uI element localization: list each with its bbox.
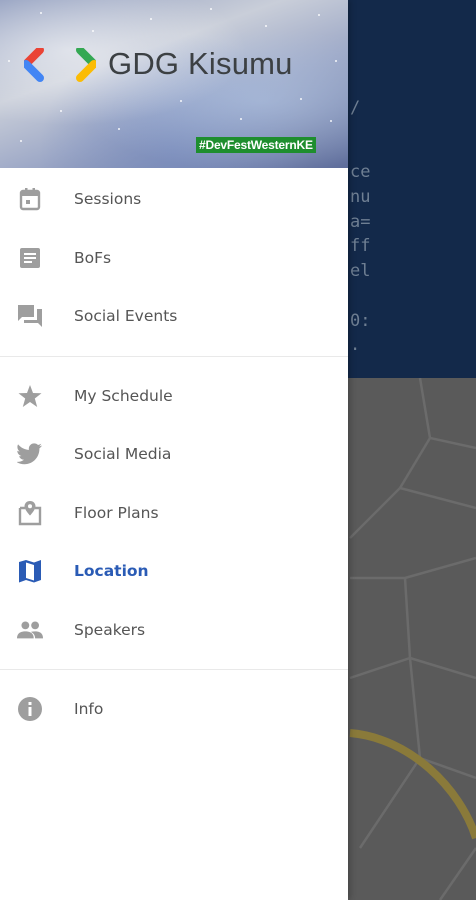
menu-item-social-media[interactable]: Social Media xyxy=(0,425,348,484)
menu-item-label: My Schedule xyxy=(74,386,173,405)
menu-item-info[interactable]: Info xyxy=(0,680,348,739)
background-text-line: 0: xyxy=(350,311,371,331)
twitter-icon xyxy=(17,441,43,467)
background-text-line: el xyxy=(350,261,371,281)
background-text-line: nu xyxy=(350,187,371,207)
star-icon xyxy=(17,383,43,409)
menu-group-primary: Sessions BoFs Social Events xyxy=(0,170,348,346)
menu-item-label: Social Events xyxy=(74,307,178,326)
divider xyxy=(0,355,348,357)
background-text-line: / xyxy=(350,98,361,118)
forum-icon xyxy=(17,303,43,329)
info-icon xyxy=(17,696,43,722)
menu-item-label: Social Media xyxy=(74,445,172,464)
menu-item-label: Sessions xyxy=(74,190,142,209)
menu-group-secondary: My Schedule Social Media Floor Plans Loc… xyxy=(0,367,348,660)
menu-item-label: BoFs xyxy=(74,248,112,267)
menu-item-location[interactable]: Location xyxy=(0,542,348,601)
map-pin-icon xyxy=(17,500,43,526)
divider xyxy=(0,669,348,670)
gdg-logo-icon xyxy=(24,48,96,82)
menu-item-bofs[interactable]: BoFs xyxy=(0,229,348,288)
navigation-drawer: GDG Kisumu #DevFestWesternKE Sessions Bo… xyxy=(0,0,348,900)
hashtag-badge: #DevFestWesternKE xyxy=(196,137,316,153)
app-title: GDG Kisumu xyxy=(108,46,293,81)
drawer-header: GDG Kisumu #DevFestWesternKE xyxy=(0,0,348,168)
document-icon xyxy=(17,245,43,271)
menu-group-tertiary: Info xyxy=(0,680,348,739)
menu-item-label: Speakers xyxy=(74,620,146,639)
menu-item-social-events[interactable]: Social Events xyxy=(0,287,348,346)
background-text-line: ce xyxy=(350,162,371,182)
map-icon xyxy=(17,558,43,584)
menu-item-my-schedule[interactable]: My Schedule xyxy=(0,367,348,426)
menu-item-sessions[interactable]: Sessions xyxy=(0,170,348,229)
menu-item-label: Floor Plans xyxy=(74,503,159,522)
menu-item-floor-plans[interactable]: Floor Plans xyxy=(0,484,348,543)
menu-item-label: Info xyxy=(74,700,104,719)
menu-item-speakers[interactable]: Speakers xyxy=(0,601,348,660)
background-text-line: ff xyxy=(350,236,371,256)
calendar-icon xyxy=(17,186,43,212)
people-icon xyxy=(17,617,43,643)
background-text-line: a= xyxy=(350,212,371,232)
background-text-line: . xyxy=(350,335,361,355)
menu-item-label: Location xyxy=(74,562,149,581)
